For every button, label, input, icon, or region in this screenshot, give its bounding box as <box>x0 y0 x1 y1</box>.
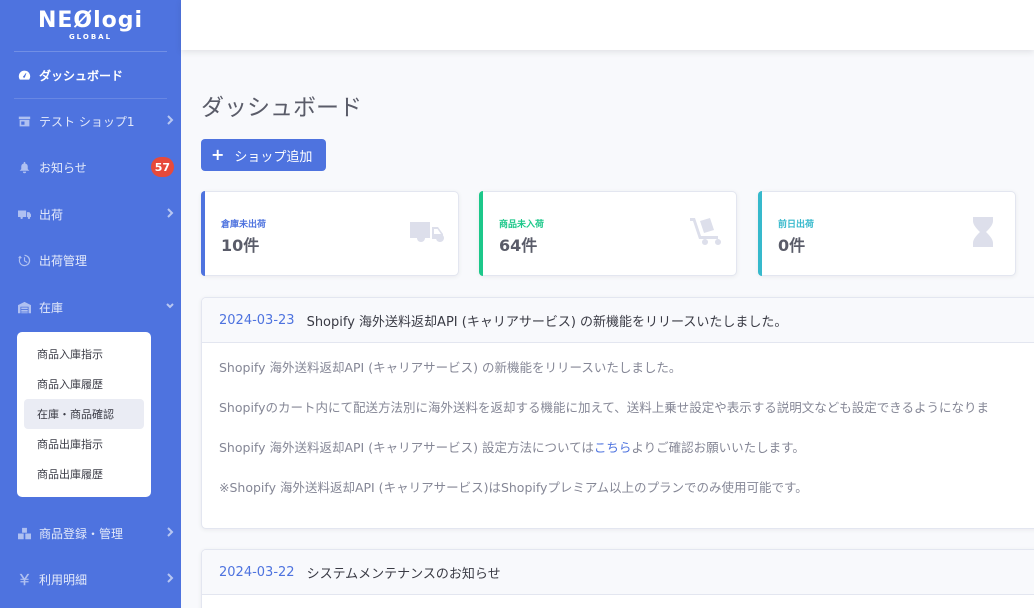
truck-icon <box>408 214 444 250</box>
stat-value: 10件 <box>221 236 260 255</box>
store-icon <box>17 114 31 128</box>
tachometer-icon <box>17 68 31 82</box>
sidebar-item-billing[interactable]: 利用明細 <box>0 556 181 602</box>
page-title: ダッシュボード <box>201 95 362 121</box>
news-text: Shopify 海外送料返却API (キャリアサービス) 設定方法については <box>219 440 594 455</box>
add-shop-label: ショップ追加 <box>234 149 313 165</box>
stat-label: 前日出荷 <box>778 220 815 230</box>
sidebar-item-label: 商品登録・管理 <box>39 526 124 541</box>
sidebar-item-shipping-management[interactable]: 出荷管理 <box>0 237 181 283</box>
sidebar-item-stock[interactable]: 在庫 <box>0 284 181 330</box>
news-card: 2024-03-22 システムメンテナンスのお知らせ <box>201 549 1034 608</box>
add-shop-button[interactable]: + ショップ追加 <box>201 139 326 171</box>
news-title: Shopify 海外送料返却API (キャリアサービス) の新機能をリリースいた… <box>306 314 788 330</box>
hourglass-icon <box>965 214 1001 250</box>
news-text: よりご確認お願いいたします。 <box>631 440 805 455</box>
sidebar-item-label: 出荷 <box>39 207 64 222</box>
truck-icon <box>17 207 31 221</box>
stat-card-previous-day-shipments: 前日出荷 0件 <box>758 191 1016 276</box>
submenu-item-outbound-history[interactable]: 商品出庫履歴 <box>24 459 144 489</box>
stat-label: 商品未入荷 <box>499 220 545 230</box>
news-card: 2024-03-23 Shopify 海外送料返却API (キャリアサービス) … <box>201 297 1034 529</box>
brand-name: NEØlogi <box>37 8 144 33</box>
news-body: Shopify 海外送料返却API (キャリアサービス) の新機能をリリースいた… <box>202 343 1034 518</box>
sidebar-item-label: 在庫 <box>39 300 64 315</box>
sidebar-item-product-management[interactable]: 商品登録・管理 <box>0 510 181 556</box>
warehouse-icon <box>17 300 31 314</box>
dolly-icon <box>686 214 722 250</box>
sidebar-item-shop[interactable]: テスト ショップ1 <box>0 98 181 144</box>
stat-card-warehouse-unshipped: 倉庫未出荷 10件 <box>201 191 459 276</box>
submenu-item-outbound-instruction[interactable]: 商品出庫指示 <box>24 429 144 459</box>
stat-card-products-not-received: 商品未入荷 64件 <box>479 191 737 276</box>
chevron-right-icon <box>165 525 175 539</box>
stat-label: 倉庫未出荷 <box>221 220 267 230</box>
notification-count-badge: 57 <box>150 157 174 177</box>
news-date: 2024-03-22 <box>219 564 295 580</box>
history-icon <box>17 253 31 267</box>
sidebar-item-notices[interactable]: お知らせ 57 <box>0 144 181 190</box>
news-paragraph: Shopifyのカート内にて配送方法別に海外送料を返却する機能に加えて、送料上乗… <box>219 400 989 415</box>
news-header[interactable]: 2024-03-23 Shopify 海外送料返却API (キャリアサービス) … <box>202 298 1034 343</box>
plus-icon: + <box>211 145 225 164</box>
chevron-right-icon <box>165 206 175 220</box>
news-title: システムメンテナンスのお知らせ <box>306 566 501 582</box>
yen-icon <box>17 572 31 586</box>
stat-card-accent <box>758 191 762 276</box>
news-paragraph: Shopify 海外送料返却API (キャリアサービス) 設定方法についてはこち… <box>219 438 1034 478</box>
sidebar-item-label: 利用明細 <box>39 572 88 587</box>
sidebar: NEØlogi GLOBAL ダッシュボード テスト ショップ1 お知らせ 57… <box>0 0 181 608</box>
chevron-down-icon <box>165 299 175 313</box>
stat-card-accent <box>479 191 483 276</box>
chevron-right-icon <box>165 113 175 127</box>
news-date: 2024-03-23 <box>219 312 295 328</box>
sidebar-item-label: 出荷管理 <box>39 253 88 268</box>
brand-logo[interactable]: NEØlogi GLOBAL <box>14 0 167 52</box>
brand-subtitle: GLOBAL <box>68 33 113 41</box>
sidebar-item-label: テスト ショップ1 <box>39 114 135 129</box>
stock-submenu: 商品入庫指示 商品入庫履歴 在庫・商品確認 商品出庫指示 商品出庫履歴 <box>17 332 151 497</box>
boxes-icon <box>17 526 31 540</box>
stat-value: 64件 <box>499 236 538 255</box>
sidebar-item-label: お知らせ <box>39 160 87 175</box>
stat-card-accent <box>201 191 205 276</box>
stat-value: 0件 <box>778 236 806 255</box>
chevron-right-icon <box>165 571 175 585</box>
sidebar-item-label: ダッシュボード <box>39 68 124 83</box>
topbar <box>181 0 1034 50</box>
sidebar-item-shipping[interactable]: 出荷 <box>0 191 181 237</box>
submenu-item-inbound-history[interactable]: 商品入庫履歴 <box>24 369 144 399</box>
settings-guide-link[interactable]: こちら <box>594 440 632 455</box>
submenu-item-inbound-instruction[interactable]: 商品入庫指示 <box>24 339 144 369</box>
bell-icon <box>17 160 31 174</box>
news-header[interactable]: 2024-03-22 システムメンテナンスのお知らせ <box>202 550 1034 595</box>
news-paragraph: ※Shopify 海外送料返却API (キャリアサービス)はShopifyプレミ… <box>219 480 808 495</box>
news-paragraph: Shopify 海外送料返却API (キャリアサービス) の新機能をリリースいた… <box>219 360 682 375</box>
sidebar-item-dashboard[interactable]: ダッシュボード <box>0 52 181 98</box>
submenu-item-stock-check[interactable]: 在庫・商品確認 <box>24 399 144 429</box>
